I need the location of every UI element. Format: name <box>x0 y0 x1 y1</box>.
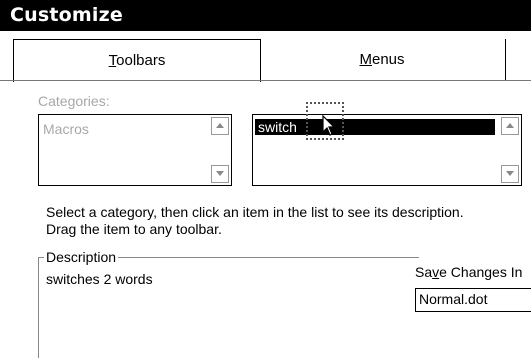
categories-scrollbar[interactable] <box>211 117 229 183</box>
scroll-up-icon <box>216 123 224 128</box>
save-changes-value: Normal.dot <box>419 291 488 307</box>
categories-label: Categories: <box>38 93 110 109</box>
mouse-pointer-icon <box>322 115 336 136</box>
description-text: switches 2 words <box>46 271 153 287</box>
scroll-up-icon <box>506 123 514 128</box>
tab-menus-mnemonic: M <box>359 51 372 68</box>
tab-menus[interactable]: Menus <box>259 39 506 81</box>
save-label-pre: Sa <box>415 264 433 280</box>
commands-scrollbar[interactable] <box>501 117 519 183</box>
help-text: Select a category, then click an item in… <box>46 204 464 238</box>
customize-dialog: Toolbars Menus Categories: Macros switch… <box>0 31 531 358</box>
description-label: Description <box>44 249 119 265</box>
title-bar: Customize <box>0 0 531 31</box>
category-item-macros[interactable]: Macros <box>43 121 89 137</box>
help-text-line2: Drag the item to any toolbar. <box>46 221 222 237</box>
categories-listbox[interactable]: Macros <box>38 114 232 186</box>
tab-divider <box>0 80 531 81</box>
command-item-switch[interactable]: switch <box>255 119 495 135</box>
scroll-down-icon <box>506 171 514 176</box>
commands-scroll-up-button[interactable] <box>501 117 519 135</box>
commands-listbox[interactable]: switch <box>252 114 522 186</box>
commands-scroll-down-button[interactable] <box>501 165 519 183</box>
scroll-down-icon <box>216 171 224 176</box>
save-changes-label: Save Changes In <box>415 264 522 280</box>
tab-toolbars[interactable]: Toolbars <box>13 39 261 82</box>
save-changes-dropdown[interactable]: Normal.dot <box>415 288 531 312</box>
tab-toolbars-label-rest: oolbars <box>116 52 166 69</box>
help-text-line1: Select a category, then click an item in… <box>46 204 464 220</box>
categories-scroll-up-button[interactable] <box>211 117 229 135</box>
save-label-post: e Changes In <box>439 264 523 280</box>
tab-menus-label-rest: enus <box>371 51 405 68</box>
categories-scroll-down-button[interactable] <box>211 165 229 183</box>
window-title: Customize <box>10 4 123 26</box>
